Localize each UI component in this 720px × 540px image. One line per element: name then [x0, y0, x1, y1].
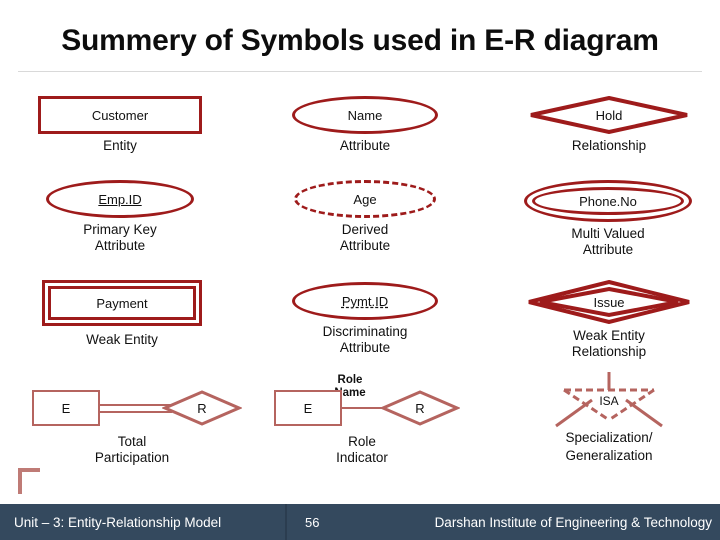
- weak-relationship-caption-line2: Relationship: [571, 344, 647, 359]
- attribute-ellipse-shape: [292, 96, 438, 134]
- total-participation-relationship-diamond: [162, 390, 242, 426]
- symbol-cell-entity: Customer Entity: [38, 96, 202, 166]
- primary-key-ellipse-shape: [46, 180, 194, 218]
- role-indicator-connector-line: [342, 407, 384, 409]
- isa-triangle-shape: [555, 372, 663, 428]
- discriminating-caption-line2: Attribute: [339, 340, 391, 355]
- symbol-cell-role-indicator: Role Name E R Role Indicator: [262, 374, 462, 484]
- relationship-caption-line1: Relationship: [571, 138, 647, 153]
- symbol-cell-isa: ISA Specialization/ Generalization: [514, 372, 704, 484]
- discriminating-ellipse-shape: [292, 282, 438, 320]
- weak-relationship-caption-line1: Weak Entity: [573, 328, 645, 343]
- title-divider: [18, 71, 702, 72]
- derived-attribute-dashed-ellipse-shape: [294, 180, 436, 218]
- decorative-corner-mark: [18, 468, 40, 494]
- primary-key-caption-line2: Attribute: [94, 238, 146, 253]
- derived-attribute-caption-line2: Attribute: [339, 238, 391, 253]
- footer-divider: [285, 504, 287, 540]
- symbol-cell-multivalued-attribute: Phone.No Multi Valued Attribute: [524, 180, 692, 268]
- total-participation-caption-line1: Total: [117, 434, 147, 449]
- multivalued-inner-ellipse-shape: [532, 187, 684, 215]
- footer-unit-label: Unit – 3: Entity-Relationship Model: [14, 514, 222, 530]
- weak-entity-double-rectangle-shape: [42, 280, 202, 326]
- symbol-cell-discriminating-attribute: Pymt.ID Discriminating Attribute: [292, 282, 438, 366]
- role-indicator-caption-line1: Role: [348, 434, 376, 449]
- footer-page-number: 56: [305, 514, 320, 530]
- symbol-cell-weak-entity: Payment Weak Entity: [42, 280, 202, 366]
- symbol-cell-derived-attribute: Age Derived Attribute: [294, 180, 436, 268]
- footer-bar: Unit – 3: Entity-Relationship Model 56 D…: [0, 504, 720, 540]
- page-title: Summery of Symbols used in E-R diagram: [61, 24, 659, 57]
- footer-organization-label: Darshan Institute of Engineering & Techn…: [434, 514, 712, 530]
- attribute-caption-line1: Attribute: [339, 138, 391, 153]
- weak-relationship-double-diamond-shape: [528, 280, 690, 324]
- isa-caption-line2: Generalization: [565, 448, 653, 463]
- role-name-label-line1: Role: [337, 374, 363, 386]
- role-indicator-relationship-diamond: [380, 390, 460, 426]
- total-participation-entity-rectangle: [32, 390, 100, 426]
- role-indicator-entity-rectangle: [274, 390, 342, 426]
- primary-key-caption-line1: Primary Key: [83, 222, 157, 237]
- derived-attribute-caption-line1: Derived: [341, 222, 389, 237]
- symbol-cell-attribute: Name Attribute: [292, 96, 438, 166]
- symbol-cell-primary-key: Emp.ID Primary Key Attribute: [46, 180, 194, 268]
- symbol-cell-total-participation: E R Total Participation: [22, 390, 242, 482]
- multivalued-outer-ellipse-shape: [524, 180, 692, 222]
- weak-entity-caption-line1: Weak Entity: [86, 332, 158, 347]
- relationship-diamond-shape: [530, 96, 688, 134]
- symbol-cell-weak-relationship: Issue Weak Entity Relationship: [526, 280, 692, 366]
- role-indicator-caption-line2: Indicator: [336, 450, 388, 465]
- entity-caption-line1: Entity: [103, 138, 137, 153]
- discriminating-caption-line1: Discriminating: [322, 324, 408, 339]
- role-indicator-relationship-group: R: [380, 390, 460, 426]
- multivalued-caption-line2: Attribute: [582, 242, 634, 257]
- symbol-cell-relationship: Hold Relationship: [528, 96, 690, 166]
- total-participation-caption-line2: Participation: [94, 450, 170, 465]
- entity-rectangle-shape: [38, 96, 202, 134]
- isa-caption-line1: Specialization/: [565, 430, 653, 445]
- multivalued-caption-line1: Multi Valued: [571, 226, 645, 241]
